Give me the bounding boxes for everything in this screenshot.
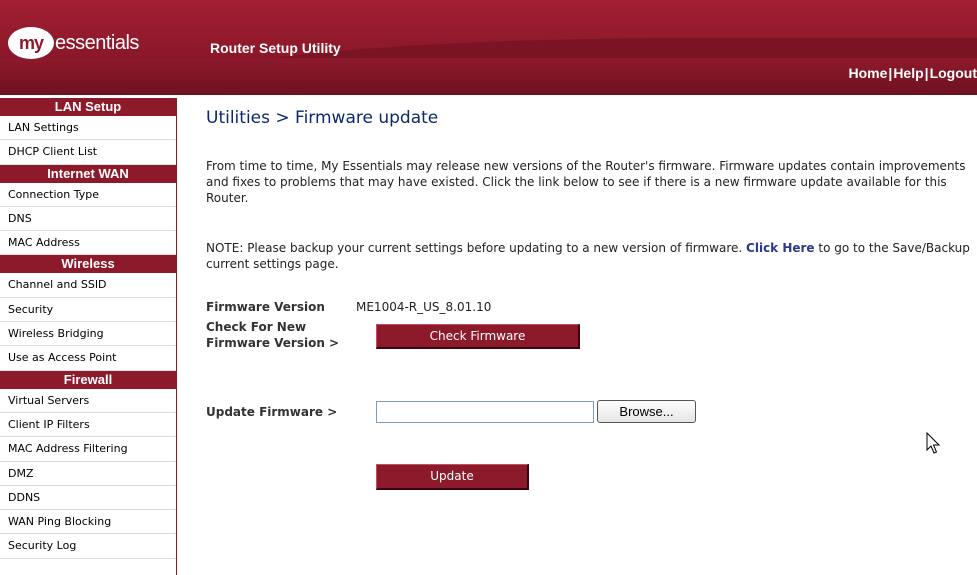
logo-my: my xyxy=(8,27,54,59)
check-firmware-button[interactable]: Check Firmware xyxy=(376,324,580,349)
check-label-line1: Check For New xyxy=(206,320,307,334)
backup-note: NOTE: Please backup your current setting… xyxy=(206,240,971,272)
logo-text: essentials xyxy=(55,31,139,54)
sidebar-item-ddns[interactable]: DDNS xyxy=(0,486,176,511)
home-link[interactable]: Home xyxy=(848,65,887,81)
mouse-pointer-icon xyxy=(926,432,940,454)
sidebar-item-dns[interactable]: DNS xyxy=(0,207,176,232)
logout-link[interactable]: Logout xyxy=(930,65,977,81)
sidebar-section-firewall: Firewall xyxy=(0,370,176,389)
sidebar-item-wireless-bridging[interactable]: Wireless Bridging xyxy=(0,322,176,347)
sidebar-item-dmz[interactable]: DMZ xyxy=(0,462,176,486)
firmware-file-input[interactable] xyxy=(376,401,594,423)
page-title: Utilities > Firmware update xyxy=(206,108,439,128)
header: my essentials Router Setup Utility Home|… xyxy=(0,0,977,95)
top-links: Home|Help|Logout xyxy=(848,65,977,81)
app-title: Router Setup Utility xyxy=(210,40,341,56)
check-label-line2: Firmware Version > xyxy=(206,336,340,350)
sidebar-section-lan-setup: LAN Setup xyxy=(0,98,176,116)
sidebar-item-security[interactable]: Security xyxy=(0,298,176,323)
firmware-version-value: ME1004-R_US_8.01.10 xyxy=(356,300,492,314)
update-firmware-label: Update Firmware > xyxy=(206,405,338,419)
sidebar-item-client-ip-filters[interactable]: Client IP Filters xyxy=(0,413,176,438)
sidebar-item-wan-ping-blocking[interactable]: WAN Ping Blocking xyxy=(0,510,176,535)
firmware-version-label: Firmware Version xyxy=(206,300,325,314)
help-link[interactable]: Help xyxy=(893,65,923,81)
sidebar-item-security-log[interactable]: Security Log xyxy=(0,534,176,559)
sidebar-item-mac-address-filtering[interactable]: MAC Address Filtering xyxy=(0,437,176,462)
header-bottom-band xyxy=(0,58,977,95)
sidebar-item-dhcp-client-list[interactable]: DHCP Client List xyxy=(0,140,176,165)
main-content: Utilities > Firmware update From time to… xyxy=(206,108,977,490)
sidebar-section-internet-wan: Internet WAN xyxy=(0,164,176,183)
browse-button[interactable]: Browse... xyxy=(597,400,696,423)
update-button[interactable]: Update xyxy=(376,464,529,490)
sidebar-item-connection-type[interactable]: Connection Type xyxy=(0,183,176,207)
sidebar-item-use-as-access-point[interactable]: Use as Access Point xyxy=(0,346,176,371)
sidebar-section-wireless: Wireless xyxy=(0,255,176,274)
intro-paragraph: From time to time, My Essentials may rel… xyxy=(206,159,966,205)
sidebar-item-lan-settings[interactable]: LAN Settings xyxy=(0,116,176,141)
note-text: NOTE: Please backup your current setting… xyxy=(206,241,747,255)
sidebar: LAN Setup LAN Settings DHCP Client List … xyxy=(0,98,177,575)
click-here-link[interactable]: Click Here xyxy=(746,241,815,255)
sidebar-item-channel-and-ssid[interactable]: Channel and SSID xyxy=(0,273,176,298)
sidebar-item-virtual-servers[interactable]: Virtual Servers xyxy=(0,389,176,413)
sidebar-item-mac-address[interactable]: MAC Address xyxy=(0,231,176,256)
logo: my essentials xyxy=(8,27,139,59)
